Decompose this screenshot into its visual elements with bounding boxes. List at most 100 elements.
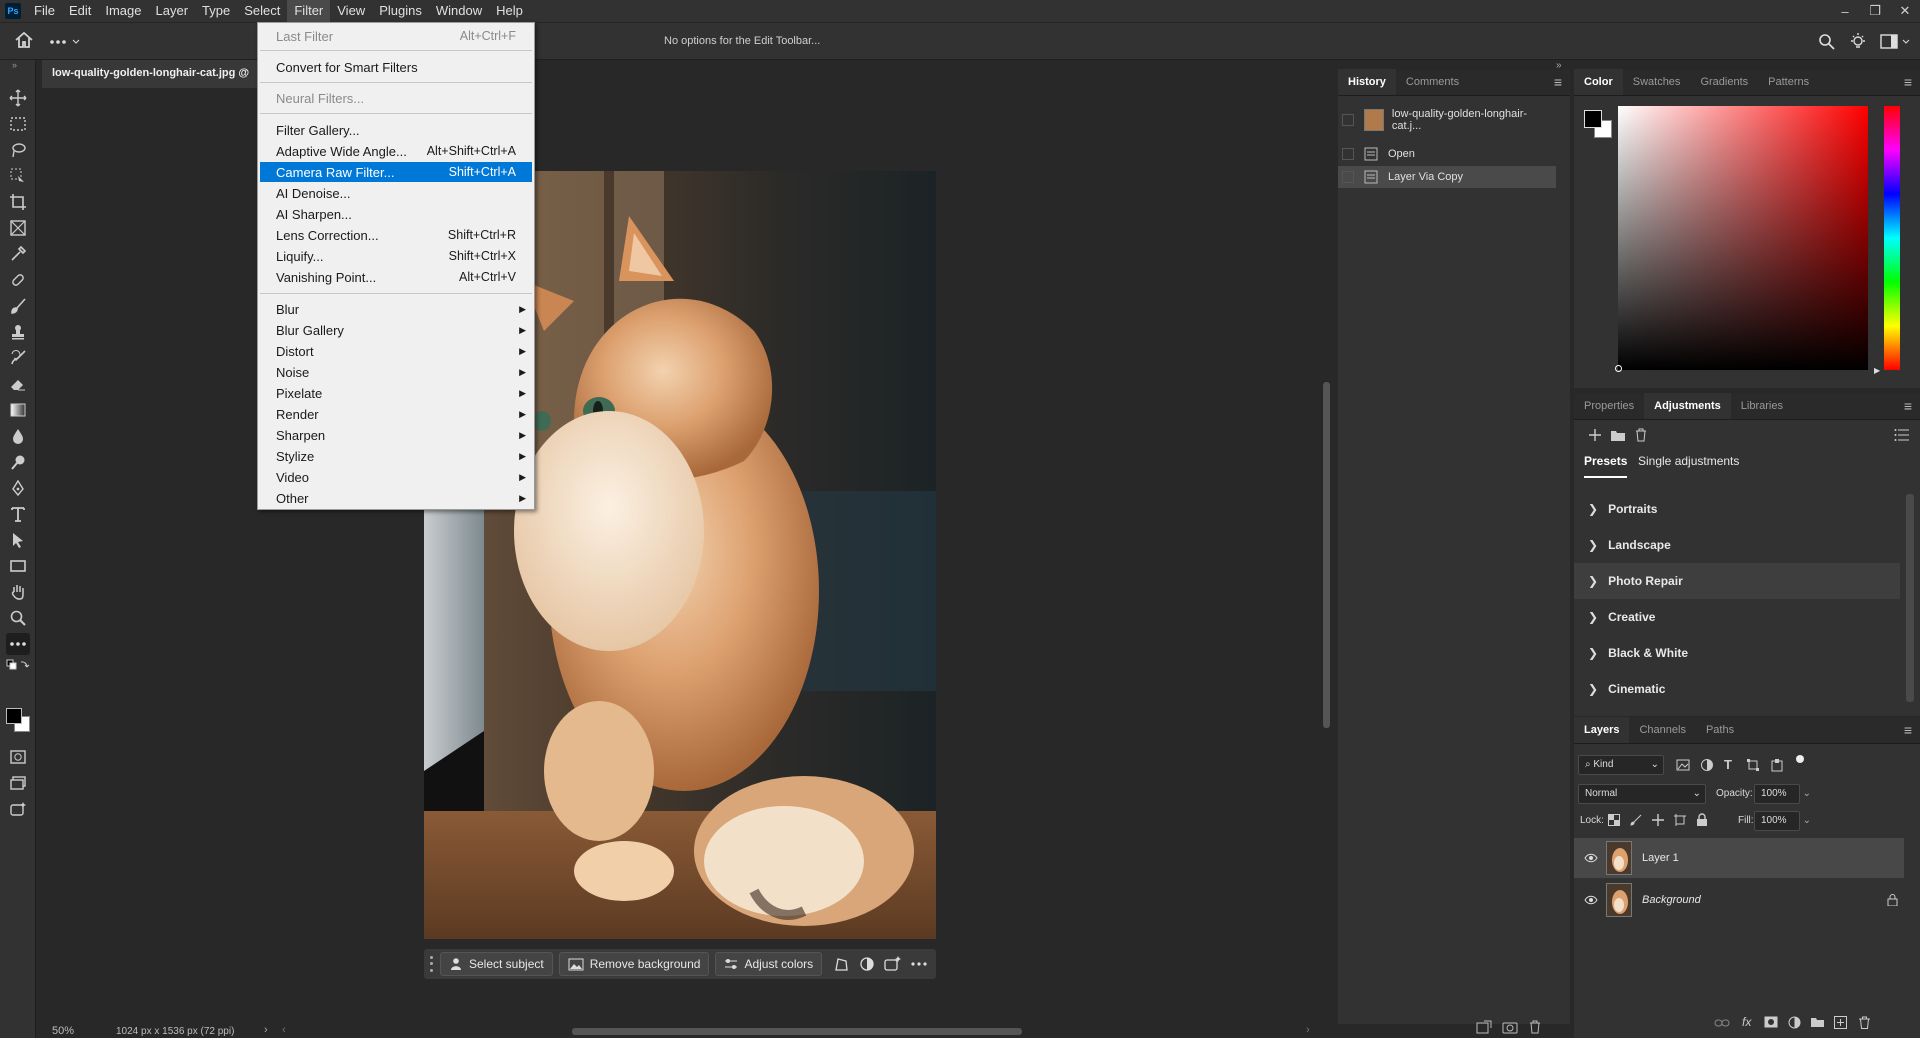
- eraser-tool-icon[interactable]: [6, 373, 30, 395]
- hand-tool-icon[interactable]: [6, 581, 30, 603]
- workspace-icon[interactable]: [1880, 33, 1914, 51]
- menu-item-last-filter[interactable]: Last Filter Alt+Ctrl+F: [260, 26, 532, 46]
- horizontal-scrollbar[interactable]: [572, 1028, 1022, 1035]
- menu-layer[interactable]: Layer: [149, 0, 196, 22]
- pixel-layer-filter-icon[interactable]: [1676, 758, 1690, 772]
- tab-libraries[interactable]: Libraries: [1731, 393, 1793, 419]
- hue-slider[interactable]: [1884, 106, 1900, 370]
- list-view-icon[interactable]: [1894, 428, 1910, 442]
- panel-menu-icon[interactable]: ≡: [1896, 393, 1920, 419]
- crop-tool-icon[interactable]: [6, 191, 30, 213]
- rectangle-tool-icon[interactable]: [6, 555, 30, 577]
- history-snapshot[interactable]: low-quality-golden-longhair-cat.j...: [1338, 106, 1556, 134]
- object-selection-tool-icon[interactable]: [6, 165, 30, 187]
- folder-icon[interactable]: [1610, 428, 1626, 442]
- remove-background-button[interactable]: Remove background: [558, 952, 710, 976]
- menu-item-neural-filters[interactable]: Neural Filters...: [260, 88, 532, 108]
- fg-bg-color-swatch[interactable]: [1584, 110, 1618, 142]
- subtab-presets[interactable]: Presets: [1584, 454, 1628, 478]
- scroll-right-icon[interactable]: ›: [1306, 1024, 1310, 1036]
- menu-item-vanishing-point[interactable]: Vanishing Point... Alt+Ctrl+V: [260, 267, 532, 287]
- collapse-panels-icon[interactable]: »: [1556, 60, 1562, 71]
- menu-item-camera-raw-filter[interactable]: Camera Raw Filter... Shift+Ctrl+A: [260, 162, 532, 182]
- layer-row[interactable]: Background: [1574, 880, 1904, 920]
- smart-object-filter-icon[interactable]: [1770, 758, 1784, 772]
- generative-fill-icon[interactable]: [880, 952, 906, 976]
- menu-item-blur-gallery[interactable]: Blur Gallery ▶: [260, 320, 532, 340]
- new-group-folder-icon[interactable]: [1810, 1016, 1825, 1028]
- menu-item-pixelate[interactable]: Pixelate ▶: [260, 383, 532, 403]
- document-tab[interactable]: low-quality-golden-longhair-cat.jpg @: [42, 60, 260, 88]
- layer-name[interactable]: Layer 1: [1642, 852, 1679, 864]
- hue-slider-marker-icon[interactable]: ▶: [1874, 366, 1880, 375]
- layer-lock-icon[interactable]: [1887, 894, 1898, 906]
- trash-icon[interactable]: [1634, 428, 1648, 442]
- menu-item-blur[interactable]: Blur ▶: [260, 299, 532, 319]
- transform-icon[interactable]: [828, 952, 854, 976]
- panel-menu-icon[interactable]: ≡: [1546, 69, 1570, 95]
- menu-item-stylize[interactable]: Stylize ▶: [260, 446, 532, 466]
- tab-adjustments[interactable]: Adjustments: [1644, 393, 1731, 419]
- menu-item-render[interactable]: Render ▶: [260, 404, 532, 424]
- menu-type[interactable]: Type: [195, 0, 237, 22]
- history-step[interactable]: Layer Via Copy: [1338, 166, 1556, 188]
- dodge-tool-icon[interactable]: [6, 451, 30, 473]
- add-mask-icon[interactable]: [1764, 1016, 1778, 1028]
- snapshot-camera-icon[interactable]: [1502, 1020, 1518, 1034]
- tab-gradients[interactable]: Gradients: [1690, 69, 1758, 95]
- healing-brush-tool-icon[interactable]: [6, 269, 30, 291]
- menu-plugins[interactable]: Plugins: [372, 0, 429, 22]
- more-options-icon[interactable]: [906, 952, 932, 976]
- lock-all-icon[interactable]: [1696, 813, 1708, 826]
- menu-item-convert-smart-filters[interactable]: Convert for Smart Filters: [260, 57, 532, 77]
- marquee-tool-icon[interactable]: [6, 113, 30, 135]
- eye-visibility-icon[interactable]: [1584, 895, 1598, 905]
- close-icon[interactable]: ✕: [1890, 0, 1920, 22]
- clone-stamp-tool-icon[interactable]: [6, 321, 30, 343]
- collapse-toolbar-icon[interactable]: »: [12, 60, 17, 70]
- type-layer-filter-icon[interactable]: T: [1724, 757, 1732, 772]
- discover-lightbulb-icon[interactable]: [1848, 32, 1868, 52]
- eye-visibility-icon[interactable]: [1584, 853, 1598, 863]
- new-fill-adjustment-icon[interactable]: [1788, 1016, 1801, 1029]
- panel-menu-icon[interactable]: ≡: [1896, 69, 1920, 95]
- minimize-icon[interactable]: –: [1830, 0, 1860, 22]
- lock-transparent-pixels-icon[interactable]: [1608, 814, 1620, 826]
- tab-history[interactable]: History: [1338, 69, 1396, 95]
- opacity-input[interactable]: 100% ⌄: [1754, 784, 1811, 804]
- menu-item-ai-denoise[interactable]: AI Denoise...: [260, 183, 532, 203]
- menu-item-filter-gallery[interactable]: Filter Gallery...: [260, 120, 532, 140]
- adjustment-layer-icon[interactable]: [854, 952, 880, 976]
- tab-paths[interactable]: Paths: [1696, 717, 1744, 743]
- edit-toolbar-icon[interactable]: [6, 633, 30, 655]
- zoom-level[interactable]: 50%: [52, 1025, 74, 1037]
- path-selection-tool-icon[interactable]: [6, 529, 30, 551]
- preset-group[interactable]: ❯ Creative: [1574, 599, 1900, 635]
- menu-item-adaptive-wide-angle[interactable]: Adaptive Wide Angle... Alt+Shift+Ctrl+A: [260, 141, 532, 161]
- history-step[interactable]: Open: [1338, 143, 1556, 165]
- blend-mode-select[interactable]: Normal ⌄: [1578, 784, 1706, 804]
- tab-comments[interactable]: Comments: [1396, 69, 1469, 95]
- trash-icon[interactable]: [1528, 1020, 1542, 1034]
- preset-group[interactable]: ❯ Landscape: [1574, 527, 1900, 563]
- edit-toolbar-dropdown[interactable]: [48, 35, 98, 49]
- layer-style-fx-icon[interactable]: fx: [1742, 1015, 1751, 1029]
- history-step-checkbox[interactable]: [1342, 171, 1354, 183]
- preset-group[interactable]: ❯ Cinematic: [1574, 671, 1900, 707]
- menu-window[interactable]: Window: [429, 0, 489, 22]
- frame-tool-icon[interactable]: [6, 217, 30, 239]
- photoshop-logo-icon[interactable]: Ps: [5, 3, 21, 19]
- shape-layer-filter-icon[interactable]: [1746, 758, 1760, 772]
- lasso-tool-icon[interactable]: [6, 139, 30, 161]
- gradient-tool-icon[interactable]: [6, 399, 30, 421]
- menu-item-video[interactable]: Video ▶: [260, 467, 532, 487]
- status-arrow-right-icon[interactable]: ›: [264, 1024, 268, 1036]
- adjustment-layer-filter-icon[interactable]: [1700, 758, 1714, 772]
- screen-mode-icon[interactable]: [6, 772, 30, 794]
- menu-item-lens-correction[interactable]: Lens Correction... Shift+Ctrl+R: [260, 225, 532, 245]
- adjustments-scrollbar[interactable]: [1906, 494, 1914, 702]
- restore-icon[interactable]: ❐: [1860, 0, 1890, 22]
- type-tool-icon[interactable]: [6, 503, 30, 525]
- foreground-background-swatch[interactable]: [6, 708, 30, 734]
- layer-row[interactable]: Layer 1: [1574, 838, 1904, 878]
